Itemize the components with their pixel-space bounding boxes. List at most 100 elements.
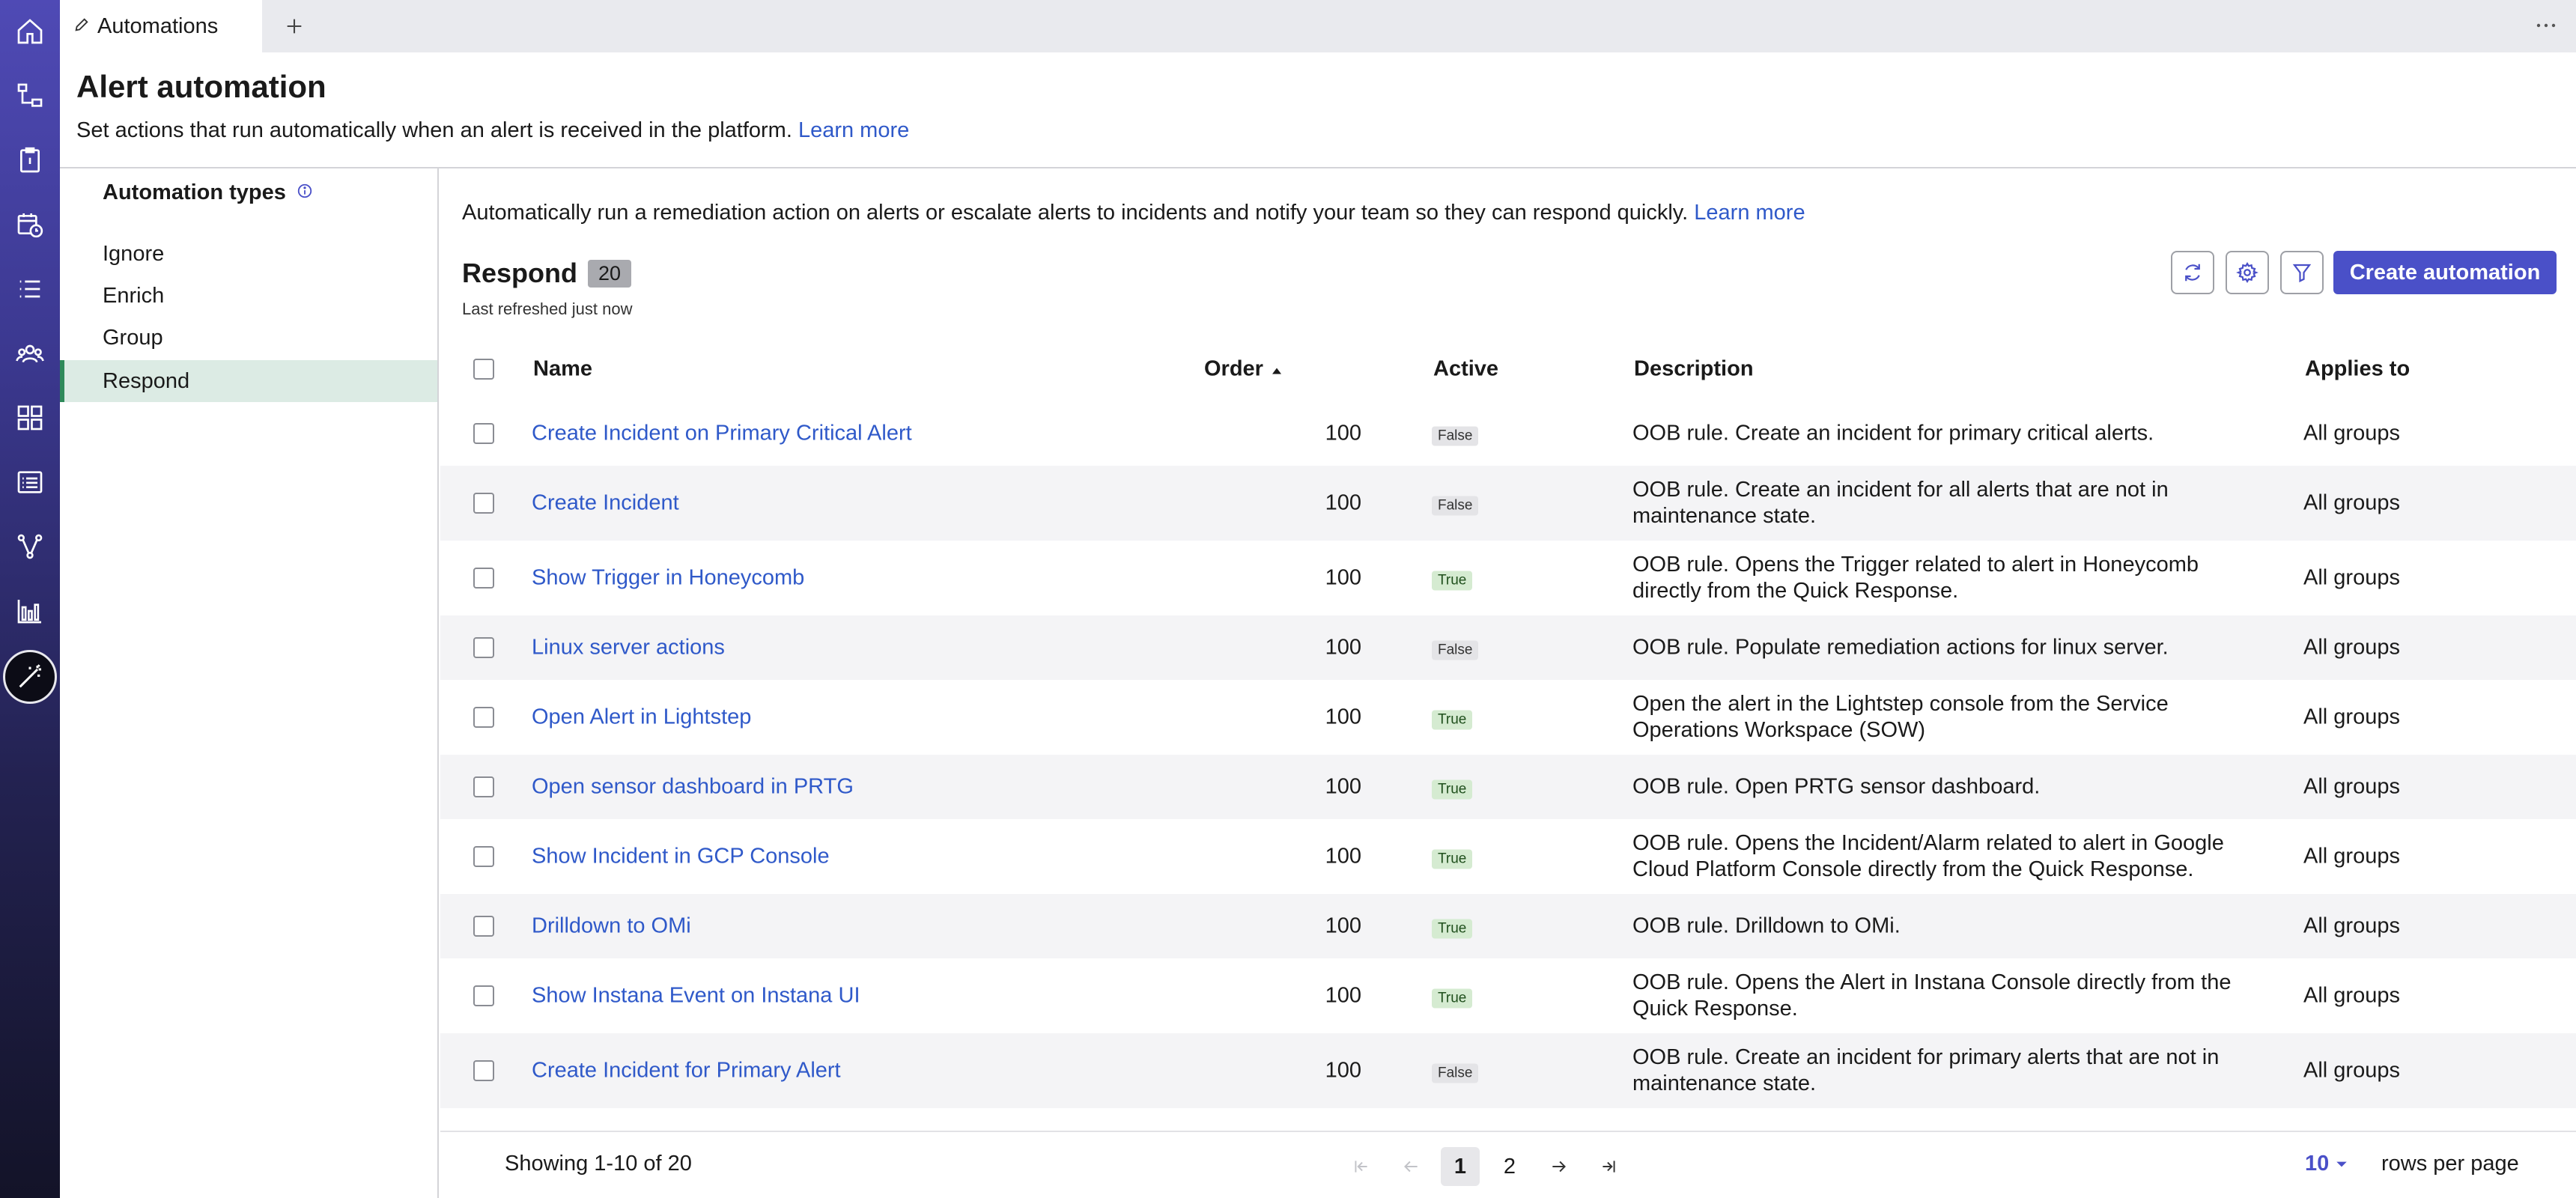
last-refreshed: Last refreshed just now <box>462 300 633 318</box>
calendar-clock-icon[interactable] <box>12 207 48 243</box>
automation-type-ignore[interactable]: Ignore <box>60 233 437 275</box>
team-icon[interactable] <box>12 335 48 371</box>
column-description[interactable]: Description <box>1634 357 1754 382</box>
table-row: Show Incident in GCP Console 100 True OOB r… <box>440 819 2576 894</box>
automation-table: Name Order Active Description Applies to… <box>440 337 2576 1108</box>
automation-types-heading: Automation types <box>103 180 313 205</box>
sort-ascending-icon <box>1271 357 1283 382</box>
row-active: False <box>1432 636 1479 660</box>
list-icon[interactable] <box>12 271 48 307</box>
active-badge: True <box>1432 571 1473 591</box>
clipboard-icon[interactable] <box>12 142 48 178</box>
table-row: Create Incident for Primary Alert 100 Fals… <box>440 1033 2576 1108</box>
filter-button[interactable] <box>2280 251 2324 294</box>
refresh-icon <box>2185 264 2200 282</box>
active-badge: True <box>1432 779 1473 800</box>
row-description: OOB rule. Populate remediation actions f… <box>1632 635 2169 660</box>
table-body: Create Incident on Primary Critical Aler… <box>440 401 2576 1108</box>
branch-icon[interactable] <box>12 529 48 565</box>
row-description: OOB rule. Opens the Alert in Instana Con… <box>1632 970 2232 1021</box>
row-description: Open the alert in the Lightstep console … <box>1632 692 2169 742</box>
tab-bar: Automations <box>60 0 2576 52</box>
row-order: 100 <box>1325 421 1361 446</box>
row-applies-to: All groups <box>2303 565 2400 590</box>
home-icon[interactable] <box>12 13 48 49</box>
first-page-button[interactable] <box>1342 1147 1381 1186</box>
left-nav-rail <box>0 0 60 1198</box>
table-list-icon[interactable] <box>12 464 48 500</box>
column-order[interactable]: Order <box>1204 357 1283 382</box>
page-subtitle: Set actions that run automatically when … <box>76 118 909 143</box>
column-active[interactable]: Active <box>1433 357 1498 382</box>
arrow-right-icon <box>1552 1161 1566 1173</box>
table-row: Open sensor dashboard in PRTG 100 True OOB … <box>440 755 2576 819</box>
row-description: OOB rule. Create an incident for all ale… <box>1632 478 2169 528</box>
automation-type-group[interactable]: Group <box>60 317 437 359</box>
row-order: 100 <box>1325 705 1361 729</box>
arrow-left-icon <box>1404 1161 1418 1173</box>
automation-types-title: Automation types <box>103 180 286 204</box>
row-order: 100 <box>1325 635 1361 660</box>
automation-type-respond[interactable]: Respond <box>60 360 437 402</box>
row-applies-to: All groups <box>2303 983 2400 1008</box>
tab-label: Automations <box>97 13 219 38</box>
bar-chart-icon[interactable] <box>12 593 48 629</box>
table-header: Name Order Active Description Applies to <box>440 337 2576 401</box>
previous-page-button[interactable] <box>1391 1147 1430 1186</box>
chevron-down-icon <box>2336 1161 2348 1167</box>
row-order: 100 <box>1325 1058 1361 1083</box>
table-row: Open Alert in Lightstep 100 True Open the a… <box>440 680 2576 755</box>
workflow-icon[interactable] <box>12 78 48 114</box>
intro-learn-more-link[interactable]: Learn more <box>1694 201 1805 225</box>
settings-button[interactable] <box>2226 251 2269 294</box>
learn-more-link[interactable]: Learn more <box>798 118 909 142</box>
refresh-button[interactable] <box>2171 251 2214 294</box>
column-applies-to[interactable]: Applies to <box>2305 357 2410 382</box>
row-description: OOB rule. Create an incident for primary… <box>1632 1045 2220 1095</box>
row-description: OOB rule. Opens the Incident/Alarm relat… <box>1632 831 2224 881</box>
select-all-checkbox[interactable] <box>473 359 494 380</box>
row-applies-to: All groups <box>2303 490 2400 515</box>
row-applies-to: All groups <box>2303 421 2400 446</box>
list-title: Respond <box>462 258 578 288</box>
tab-automations[interactable]: Automations <box>60 0 262 52</box>
rows-per-page-label: rows per page <box>2381 1152 2519 1176</box>
column-name[interactable]: Name <box>533 357 592 382</box>
more-options-button[interactable] <box>2531 10 2561 40</box>
add-tab-button[interactable] <box>277 9 312 43</box>
row-active: False <box>1432 422 1479 446</box>
filter-icon <box>2292 264 2312 283</box>
create-automation-button[interactable]: Create automation <box>2333 251 2557 294</box>
table-row: Create Incident 100 False OOB rule. Create … <box>440 466 2576 541</box>
row-description: OOB rule. Create an incident for primary… <box>1632 421 2154 446</box>
magic-wand-icon[interactable] <box>3 650 57 704</box>
active-badge: False <box>1432 1063 1479 1083</box>
intro-text: Automatically run a remediation action o… <box>462 201 1805 225</box>
last-page-button[interactable] <box>1589 1147 1628 1186</box>
grid-icon[interactable] <box>12 400 48 436</box>
gear-icon <box>2236 261 2258 284</box>
automation-types-panel: Automation types Ignore Enrich Group Res… <box>60 168 439 1198</box>
info-icon[interactable] <box>297 180 313 205</box>
row-active: True <box>1432 845 1473 869</box>
automation-type-enrich[interactable]: Enrich <box>60 275 437 317</box>
row-applies-to: All groups <box>2303 635 2400 660</box>
table-row: Show Trigger in Honeycomb 100 True OOB rule… <box>440 541 2576 615</box>
row-description: OOB rule. Opens the Trigger related to a… <box>1632 553 2199 603</box>
row-description: OOB rule. Drilldown to OMi. <box>1632 913 1901 938</box>
page-2-button[interactable]: 2 <box>1490 1147 1529 1186</box>
row-order: 100 <box>1325 490 1361 515</box>
row-order: 100 <box>1325 913 1361 938</box>
rows-per-page-select[interactable]: 10 <box>2305 1152 2348 1176</box>
row-applies-to: All groups <box>2303 774 2400 799</box>
row-active: False <box>1432 1059 1479 1083</box>
row-active: True <box>1432 566 1473 591</box>
row-order: 100 <box>1325 983 1361 1008</box>
page-title: Alert automation <box>76 69 326 104</box>
active-badge: True <box>1432 988 1473 1009</box>
row-active: True <box>1432 984 1473 1009</box>
page-1-button[interactable]: 1 <box>1441 1147 1480 1186</box>
row-active: True <box>1432 775 1473 800</box>
showing-count: Showing 1-10 of 20 <box>505 1152 692 1176</box>
next-page-button[interactable] <box>1540 1147 1579 1186</box>
